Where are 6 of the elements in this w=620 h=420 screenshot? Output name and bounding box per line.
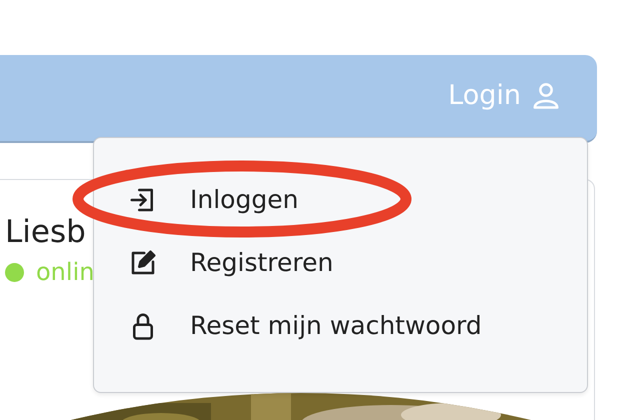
- user-icon: [531, 80, 561, 110]
- profile-name: Liesb: [5, 213, 87, 252]
- menu-item[interactable]: Inloggen: [94, 168, 587, 231]
- menu-item[interactable]: Reset mijn wachtwoord: [94, 294, 587, 357]
- status-text: onlin: [36, 258, 94, 286]
- menu-item[interactable]: Registreren: [94, 231, 587, 294]
